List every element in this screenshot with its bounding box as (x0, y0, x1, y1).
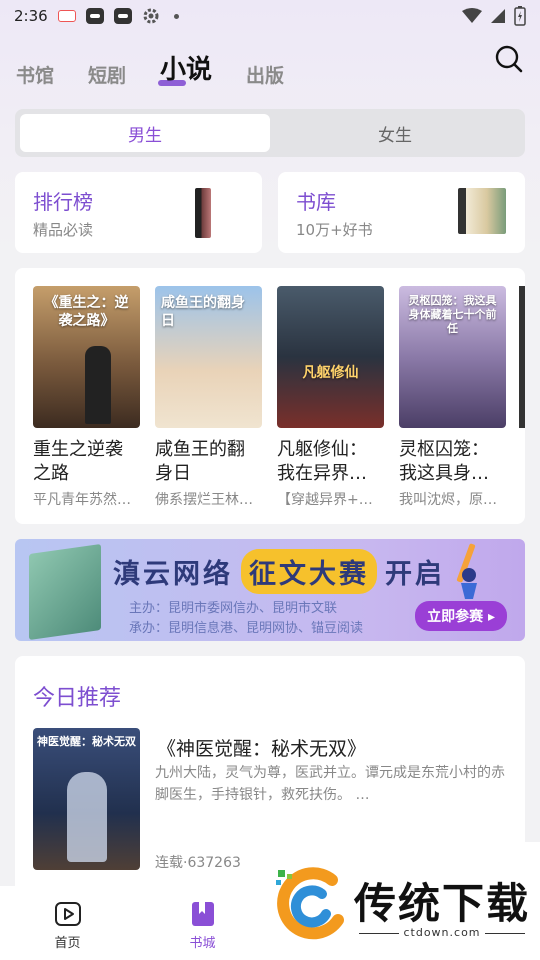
settings-gear-icon (142, 7, 160, 25)
watermark-url: ctdown.com (354, 926, 530, 939)
bottom-nav-home-label: 首页 (54, 936, 81, 951)
book-cover-text: 《重生之：逆袭之路》 (44, 295, 129, 329)
notification-car-icon (85, 7, 104, 25)
ranking-card[interactable]: 排行榜 精品必读 (15, 172, 262, 253)
join-contest-button[interactable]: 立即参赛 ▸ (415, 601, 507, 631)
gender-toggle: 男生 女生 (15, 109, 525, 157)
book-cover-text: 咸鱼王的翻身日 (161, 295, 245, 329)
banner-organizer: 主办：昆明市委网信办、昆明市文联 (129, 601, 338, 616)
more-notifications-dot-icon (173, 13, 179, 19)
today-book-desc: 九州大陆，灵气为尊，医武并立。谭元成是东荒小村的赤脚医生，手持银针，救死扶伤。 … (155, 765, 505, 803)
gender-option-female[interactable]: 女生 (270, 114, 520, 152)
status-bar: 2:36 (0, 0, 540, 32)
book-title: 重生之逆袭之路 (33, 439, 123, 484)
ranking-thumbnail-icon (195, 188, 211, 238)
today-book-title[interactable]: 《神医觉醒：秘术无双》 (157, 734, 366, 761)
watermark-text: 传统下载 (354, 879, 531, 928)
book-cover-text: 凡躯修仙 (302, 365, 359, 381)
watermark: 传统下载 ctdown.com (268, 842, 540, 960)
book-item[interactable]: 凡躯修仙 凡躯修仙：我在异界… 【穿越异界+… (277, 286, 384, 509)
search-icon[interactable] (494, 44, 524, 74)
bookmark-book-icon (191, 902, 214, 926)
banner-title-left: 滇云网络 (113, 559, 233, 590)
book-item[interactable]: 咸鱼王的翻身日 咸鱼王的翻身日 佛系摆烂王林… (155, 286, 262, 509)
pen-figure-icon (456, 543, 477, 599)
book-desc: 平凡青年苏然… (33, 492, 131, 508)
book-item[interactable]: 灵枢囚笼：我这具身体藏着七十个前任 灵枢囚笼：我这具身… 我叫沈烬，原… (399, 286, 506, 509)
book-desc: 【穿越异界+… (277, 492, 373, 508)
library-thumbnail-icon (458, 188, 506, 234)
tab-novel[interactable]: 小说 (158, 49, 212, 88)
today-book-meta: 连载·637263 (155, 855, 241, 871)
notification-car-icon (113, 7, 132, 25)
book-title: 灵枢囚笼：我这具身… (399, 439, 489, 484)
play-home-icon (54, 902, 81, 926)
book-carousel: 《重生之：逆袭之路》 重生之逆袭之路 平凡青年苏然… 咸鱼王的翻身日 咸鱼王的翻… (15, 268, 525, 524)
library-card[interactable]: 书库 10万+好书 (278, 172, 525, 253)
book-desc: 佛系摆烂王林… (155, 492, 253, 508)
book-title: 咸鱼王的翻身日 (155, 439, 245, 484)
book-cover: 《重生之：逆袭之路》 (33, 286, 140, 428)
bottom-nav-home[interactable]: 首页 (0, 886, 135, 960)
ranking-card-subtitle: 精品必读 (33, 221, 94, 239)
banner-undertaker: 承办：昆明信息港、昆明网协、锚豆阅读 (129, 621, 364, 636)
book-item[interactable]: 《重生之：逆袭之路》 重生之逆袭之路 平凡青年苏然… (33, 286, 140, 509)
book-title: 凡躯修仙：我在异界… (277, 439, 367, 484)
ranking-card-title: 排行榜 (33, 190, 93, 214)
book-cover: 咸鱼王的翻身日 (155, 286, 262, 428)
tab-bookstore[interactable]: 书馆 (16, 61, 54, 88)
status-time: 2:36 (14, 7, 48, 25)
banner-title-highlight: 征文大赛 (241, 549, 377, 594)
notification-tag-icon (57, 7, 76, 25)
today-recommend-heading: 今日推荐 (33, 686, 122, 711)
book-cover: 凡躯修仙 (277, 286, 384, 428)
battery-icon (514, 6, 526, 26)
status-right (462, 6, 526, 26)
book-cover: 灵枢囚笼：我这具身体藏着七十个前任 (399, 286, 506, 428)
tab-short-drama[interactable]: 短剧 (88, 61, 126, 88)
book-cover-text: 灵枢囚笼：我这具身体藏着七十个前任 (408, 294, 497, 335)
signal-icon (491, 9, 505, 23)
contest-banner[interactable]: 滇云网络 征文大赛 开启 主办：昆明市委网信办、昆明市文联 承办：昆明信息港、昆… (15, 539, 525, 641)
tab-publishing[interactable]: 出版 (246, 61, 284, 88)
top-nav: 书馆 短剧 小说 出版 (16, 44, 524, 88)
today-cover-text: 神医觉醒：秘术无双 (37, 735, 136, 748)
open-book-icon (29, 543, 101, 641)
book-cover-partial (519, 286, 525, 428)
bottom-nav-bookstore-label: 书城 (189, 936, 216, 951)
banner-title-right: 开启 (385, 559, 445, 590)
bottom-nav-bookstore[interactable]: 书城 (135, 886, 270, 960)
book-cover-figure-icon (85, 346, 111, 424)
banner-title: 滇云网络 征文大赛 开启 (113, 549, 445, 594)
today-cover-figure-icon (67, 772, 107, 862)
book-desc: 我叫沈烬，原… (399, 492, 497, 508)
watermark-logo-icon (276, 867, 344, 940)
gender-option-male[interactable]: 男生 (20, 114, 270, 152)
wifi-icon (462, 8, 482, 23)
today-book-cover[interactable]: 神医觉醒：秘术无双 (33, 728, 140, 870)
